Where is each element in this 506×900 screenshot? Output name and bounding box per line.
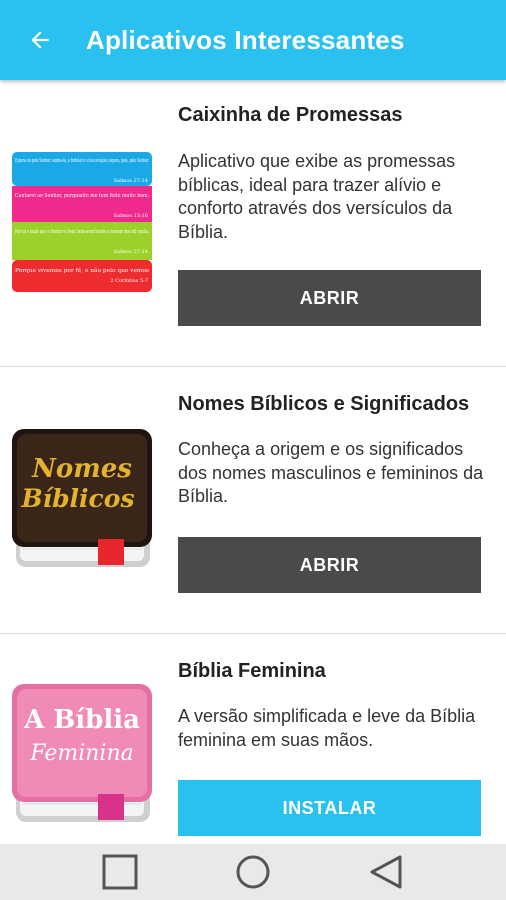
circle-icon [236, 855, 270, 889]
square-icon [102, 854, 138, 890]
book-title-line-1: Nomes [31, 454, 132, 484]
book-title-line-1: A Bíblia [23, 705, 140, 735]
promise-line-4: Porque vivemos por fé, e não pelo que ve… [15, 267, 149, 274]
system-nav-bar [0, 844, 506, 900]
book-title-line-2: Bíblicos [20, 484, 134, 513]
book-title-line-2: Feminina [29, 741, 133, 766]
promise-line-1: Espera no pelo Senhor; anima-te, e forta… [15, 157, 149, 164]
app-card-biblia-feminina: A Bíblia Feminina Bíblia Feminina A vers… [0, 634, 506, 844]
open-button[interactable]: ABRIR [178, 270, 481, 326]
promise-ref-3: Salmos 27:14 [114, 249, 148, 255]
app-description: Conheça a origem e os significados dos n… [178, 439, 484, 506]
book-icon[interactable]: A Bíblia Feminina [12, 684, 152, 824]
promise-ref-4: 2 Coríntios 5:7 [110, 277, 148, 284]
recents-button[interactable] [80, 844, 160, 900]
app-card-caixinha: Espera no pelo Senhor; anima-te, e forta… [0, 80, 506, 367]
app-title: Nomes Bíblicos e Significados [178, 393, 470, 415]
arrow-back-icon [31, 31, 49, 49]
app-card-nomes-biblicos: Nomes Bíblicos Nomes Bíblicos e Signific… [0, 367, 506, 634]
promise-line-3: Porcal o nado que o Senhor é bom; bem-av… [15, 228, 149, 235]
app-description: A versão simplificada e leve da Bíblia f… [178, 706, 476, 750]
book-icon[interactable]: Nomes Bíblicos [12, 429, 152, 569]
triangle-back-icon [370, 855, 402, 889]
promise-ref-1: Salmos 27:14 [114, 178, 148, 184]
home-button[interactable] [213, 844, 293, 900]
app-title: Caixinha de Promessas [178, 104, 403, 126]
promise-cards-icon[interactable]: Espera no pelo Senhor; anima-te, e forta… [12, 152, 152, 292]
back-button[interactable] [0, 0, 80, 80]
app-title: Bíblia Feminina [178, 660, 326, 682]
page-title: Aplicativos Interessantes [86, 24, 405, 55]
app-description: Aplicativo que exibe as promessas bíblic… [178, 151, 456, 242]
system-back-button[interactable] [346, 844, 426, 900]
promise-ref-2: Salmos 13:16 [114, 213, 148, 219]
app-bar: Aplicativos Interessantes [0, 0, 506, 80]
install-button[interactable]: INSTALAR [178, 780, 481, 836]
promise-line-2: Cantarei ao Senhor, porquanto me tem fei… [15, 193, 149, 199]
open-button[interactable]: ABRIR [178, 537, 481, 593]
